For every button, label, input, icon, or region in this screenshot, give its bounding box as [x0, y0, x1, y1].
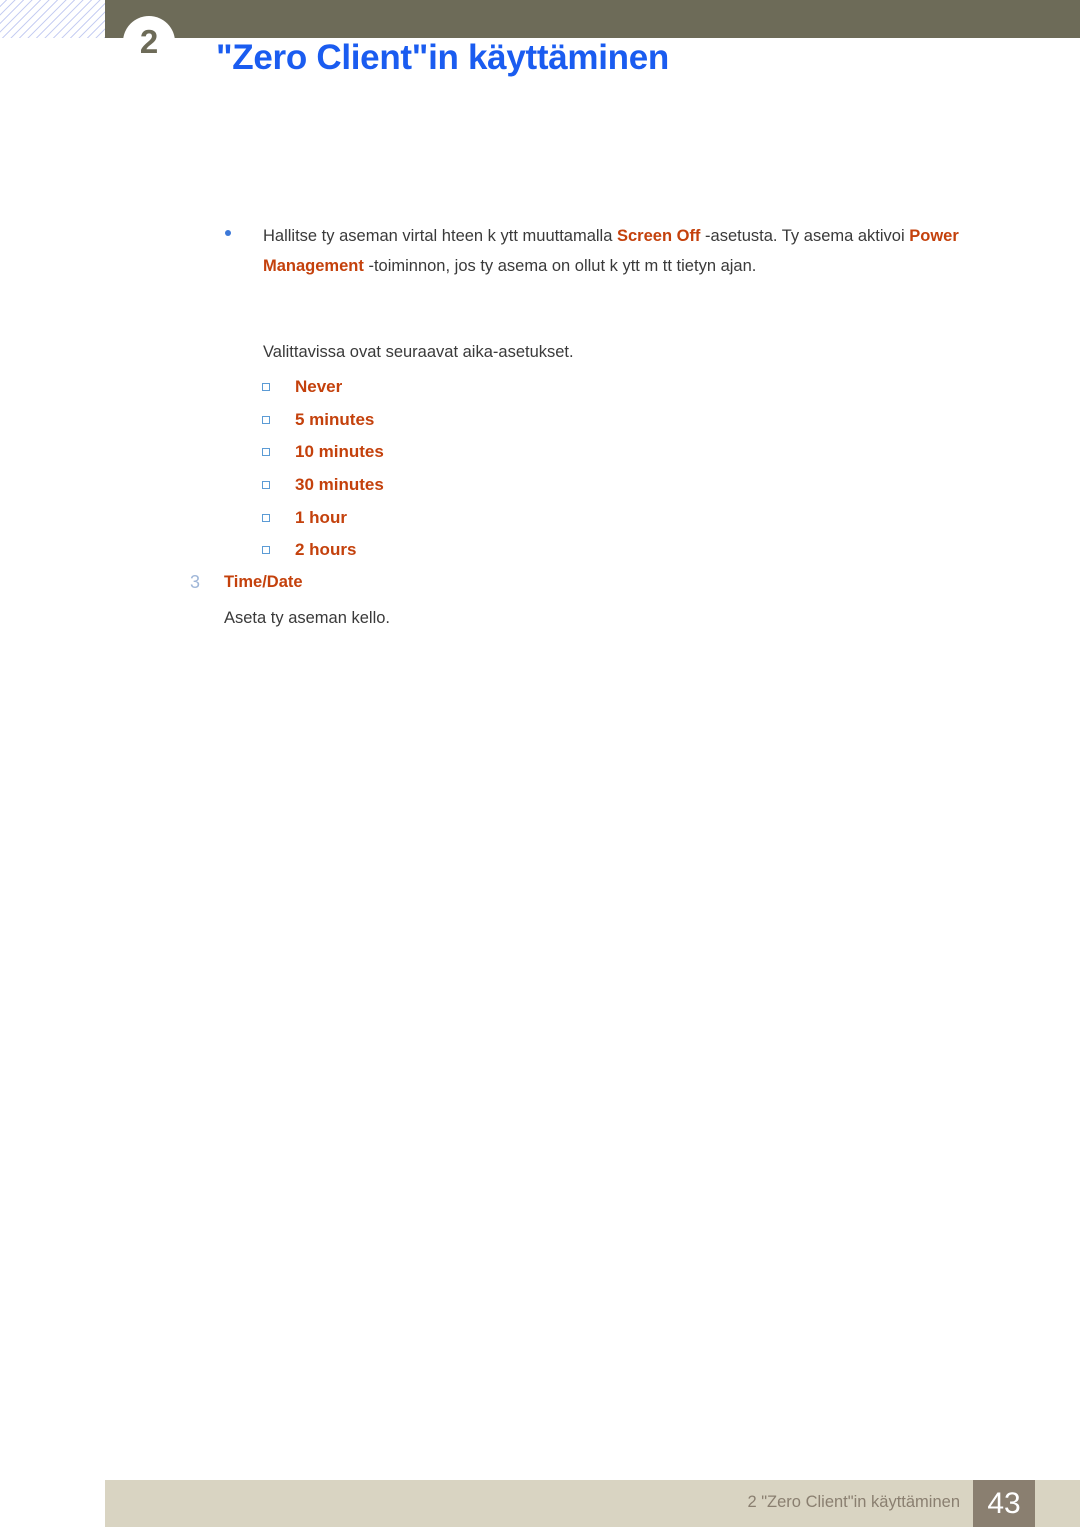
bullet-dot-icon	[225, 230, 231, 236]
option-label: 1 hour	[295, 507, 347, 527]
decorative-hatch-pattern	[0, 0, 105, 38]
list-item: 1 hour	[262, 505, 682, 538]
square-bullet-icon	[262, 383, 270, 391]
header-band	[105, 0, 1080, 38]
square-bullet-icon	[262, 546, 270, 555]
intro-paragraph: Valittavissa ovat seuraavat aika-asetuks…	[263, 343, 574, 361]
option-label: 2 hours	[295, 540, 357, 560]
page-footer: 2 "Zero Client"in käyttäminen 43	[105, 1480, 1080, 1527]
time-options-list: Never 5 minutes 10 minutes 30 minutes 1 …	[262, 374, 682, 570]
keyword-screen-off: Screen Off	[616, 227, 701, 245]
page-number-badge: 43	[973, 1480, 1035, 1527]
section-title: Time/Date	[224, 573, 303, 591]
list-item: Never	[262, 374, 682, 407]
bullet-paragraph: Hallitse ty aseman virtal hteen k ytt mu…	[225, 221, 1015, 281]
section-number: 3	[190, 572, 201, 592]
chapter-number-badge: 2	[123, 16, 175, 68]
list-item: 30 minutes	[262, 472, 682, 505]
square-bullet-icon	[262, 481, 270, 490]
page-title: "Zero Client"in käyttäminen	[216, 38, 669, 77]
square-bullet-icon	[262, 513, 270, 522]
option-label: Never	[295, 377, 343, 396]
option-label: 30 minutes	[295, 475, 384, 495]
list-item: 5 minutes	[262, 407, 682, 440]
square-bullet-icon	[262, 415, 270, 424]
option-label: 10 minutes	[295, 442, 384, 462]
bullet-paragraph-text: Hallitse ty aseman virtal hteen k ytt mu…	[263, 221, 1015, 281]
bullet-text-segment-2: -asetusta. Ty asema aktivoi	[700, 227, 910, 245]
bullet-text-segment-3: -toiminnon, jos ty asema on ollut k ytt …	[363, 257, 757, 275]
bullet-text-segment-1: Hallitse ty aseman virtal hteen k ytt mu…	[263, 227, 617, 245]
option-label: 5 minutes	[295, 409, 375, 429]
footer-chapter-label: 2 "Zero Client"in käyttäminen	[747, 1493, 960, 1511]
section-body-text: Aseta ty aseman kello.	[224, 609, 390, 627]
list-item: 2 hours	[262, 537, 682, 570]
square-bullet-icon	[262, 448, 270, 457]
page-header: 2 "Zero Client"in käyttäminen	[0, 0, 1080, 112]
list-item: 10 minutes	[262, 439, 682, 472]
